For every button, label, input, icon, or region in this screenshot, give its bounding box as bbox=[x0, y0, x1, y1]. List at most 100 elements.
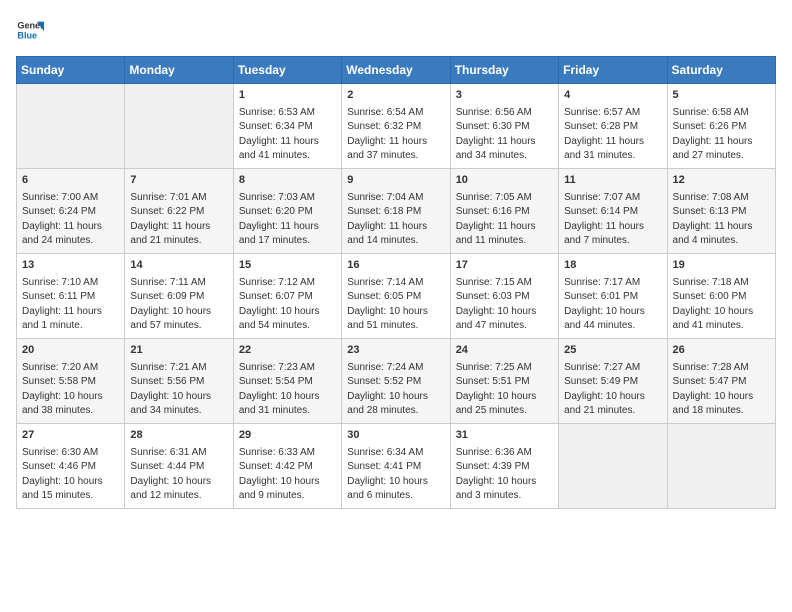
sunset-line: Sunset: 6:30 PM bbox=[456, 121, 530, 132]
day-number: 14 bbox=[130, 258, 227, 274]
day-number: 4 bbox=[564, 88, 661, 104]
calendar-cell: 6Sunrise: 7:00 AMSunset: 6:24 PMDaylight… bbox=[17, 168, 125, 253]
day-of-week-header: Wednesday bbox=[342, 57, 450, 84]
day-number: 7 bbox=[130, 173, 227, 189]
day-number: 20 bbox=[22, 343, 119, 359]
day-number: 24 bbox=[456, 343, 553, 359]
daylight-line: Daylight: 11 hours and 1 minute. bbox=[22, 306, 102, 332]
sunset-line: Sunset: 4:41 PM bbox=[347, 461, 421, 472]
sunrise-line: Sunrise: 7:25 AM bbox=[456, 362, 532, 373]
daylight-line: Daylight: 10 hours and 18 minutes. bbox=[673, 391, 754, 417]
sunset-line: Sunset: 6:16 PM bbox=[456, 206, 530, 217]
sunrise-line: Sunrise: 7:07 AM bbox=[564, 192, 640, 203]
sunset-line: Sunset: 6:28 PM bbox=[564, 121, 638, 132]
daylight-line: Daylight: 10 hours and 9 minutes. bbox=[239, 476, 320, 502]
daylight-line: Daylight: 10 hours and 28 minutes. bbox=[347, 391, 428, 417]
calendar-cell: 12Sunrise: 7:08 AMSunset: 6:13 PMDayligh… bbox=[667, 168, 775, 253]
calendar-cell: 9Sunrise: 7:04 AMSunset: 6:18 PMDaylight… bbox=[342, 168, 450, 253]
daylight-line: Daylight: 11 hours and 27 minutes. bbox=[673, 136, 753, 162]
daylight-line: Daylight: 10 hours and 38 minutes. bbox=[22, 391, 103, 417]
day-number: 30 bbox=[347, 428, 444, 444]
sunrise-line: Sunrise: 7:15 AM bbox=[456, 277, 532, 288]
calendar-cell bbox=[559, 423, 667, 508]
sunset-line: Sunset: 6:32 PM bbox=[347, 121, 421, 132]
calendar-week-row: 1 Sunrise: 6:53 AM Sunset: 6:34 PM Daylight… bbox=[17, 84, 776, 169]
day-number: 8 bbox=[239, 173, 336, 189]
day-number: 9 bbox=[347, 173, 444, 189]
sunrise-line: Sunrise: 7:21 AM bbox=[130, 362, 206, 373]
sunrise-line: Sunrise: 7:10 AM bbox=[22, 277, 98, 288]
day-of-week-header: Tuesday bbox=[233, 57, 341, 84]
day-number: 13 bbox=[22, 258, 119, 274]
daylight-line: Daylight: 10 hours and 21 minutes. bbox=[564, 391, 645, 417]
calendar-cell: 18Sunrise: 7:17 AMSunset: 6:01 PMDayligh… bbox=[559, 253, 667, 338]
sunrise-line: Sunrise: 7:27 AM bbox=[564, 362, 640, 373]
sunrise-line: Sunrise: 7:03 AM bbox=[239, 192, 315, 203]
day-number: 28 bbox=[130, 428, 227, 444]
daylight-line: Daylight: 11 hours and 24 minutes. bbox=[22, 221, 102, 247]
daylight-line: Daylight: 10 hours and 12 minutes. bbox=[130, 476, 211, 502]
sunrise-line: Sunrise: 7:23 AM bbox=[239, 362, 315, 373]
calendar-cell: 24Sunrise: 7:25 AMSunset: 5:51 PMDayligh… bbox=[450, 338, 558, 423]
calendar-week-row: 6Sunrise: 7:00 AMSunset: 6:24 PMDaylight… bbox=[17, 168, 776, 253]
calendar-cell: 20Sunrise: 7:20 AMSunset: 5:58 PMDayligh… bbox=[17, 338, 125, 423]
daylight-line: Daylight: 10 hours and 34 minutes. bbox=[130, 391, 211, 417]
sunset-line: Sunset: 6:09 PM bbox=[130, 291, 204, 302]
calendar-week-row: 27Sunrise: 6:30 AMSunset: 4:46 PMDayligh… bbox=[17, 423, 776, 508]
sunrise-line: Sunrise: 7:14 AM bbox=[347, 277, 423, 288]
sunrise-line: Sunrise: 6:34 AM bbox=[347, 447, 423, 458]
sunset-line: Sunset: 6:00 PM bbox=[673, 291, 747, 302]
sunrise-line: Sunrise: 7:28 AM bbox=[673, 362, 749, 373]
calendar-header-row: SundayMondayTuesdayWednesdayThursdayFrid… bbox=[17, 57, 776, 84]
sunrise-line: Sunrise: 6:53 AM bbox=[239, 107, 315, 118]
sunrise-line: Sunrise: 6:54 AM bbox=[347, 107, 423, 118]
day-number: 21 bbox=[130, 343, 227, 359]
sunset-line: Sunset: 6:14 PM bbox=[564, 206, 638, 217]
calendar-cell: 14Sunrise: 7:11 AMSunset: 6:09 PMDayligh… bbox=[125, 253, 233, 338]
sunset-line: Sunset: 6:34 PM bbox=[239, 121, 313, 132]
sunset-line: Sunset: 6:26 PM bbox=[673, 121, 747, 132]
daylight-line: Daylight: 10 hours and 25 minutes. bbox=[456, 391, 537, 417]
page-header: General Blue bbox=[16, 16, 776, 44]
calendar-cell: 7Sunrise: 7:01 AMSunset: 6:22 PMDaylight… bbox=[125, 168, 233, 253]
day-number: 22 bbox=[239, 343, 336, 359]
calendar-cell: 29Sunrise: 6:33 AMSunset: 4:42 PMDayligh… bbox=[233, 423, 341, 508]
calendar-cell: 5Sunrise: 6:58 AMSunset: 6:26 PMDaylight… bbox=[667, 84, 775, 169]
calendar-cell bbox=[17, 84, 125, 169]
calendar-cell: 16Sunrise: 7:14 AMSunset: 6:05 PMDayligh… bbox=[342, 253, 450, 338]
daylight-line: Daylight: 11 hours and 34 minutes. bbox=[456, 136, 536, 162]
day-number: 18 bbox=[564, 258, 661, 274]
calendar-cell bbox=[125, 84, 233, 169]
sunset-line: Sunset: 6:11 PM bbox=[22, 291, 95, 302]
sunrise-line: Sunrise: 7:20 AM bbox=[22, 362, 98, 373]
sunrise-line: Sunrise: 6:56 AM bbox=[456, 107, 532, 118]
sunrise-line: Sunrise: 7:18 AM bbox=[673, 277, 749, 288]
day-of-week-header: Sunday bbox=[17, 57, 125, 84]
sunset-line: Sunset: 6:01 PM bbox=[564, 291, 638, 302]
day-number: 16 bbox=[347, 258, 444, 274]
day-of-week-header: Saturday bbox=[667, 57, 775, 84]
day-number: 29 bbox=[239, 428, 336, 444]
sunset-line: Sunset: 4:44 PM bbox=[130, 461, 204, 472]
day-number: 11 bbox=[564, 173, 661, 189]
sunrise-line: Sunrise: 6:57 AM bbox=[564, 107, 640, 118]
day-number: 31 bbox=[456, 428, 553, 444]
day-of-week-header: Thursday bbox=[450, 57, 558, 84]
calendar-cell: 23Sunrise: 7:24 AMSunset: 5:52 PMDayligh… bbox=[342, 338, 450, 423]
sunset-line: Sunset: 6:18 PM bbox=[347, 206, 421, 217]
calendar-cell: 8Sunrise: 7:03 AMSunset: 6:20 PMDaylight… bbox=[233, 168, 341, 253]
sunrise-line: Sunrise: 7:01 AM bbox=[130, 192, 206, 203]
sunrise-line: Sunrise: 6:36 AM bbox=[456, 447, 532, 458]
sunset-line: Sunset: 5:56 PM bbox=[130, 376, 204, 387]
calendar-cell: 26Sunrise: 7:28 AMSunset: 5:47 PMDayligh… bbox=[667, 338, 775, 423]
daylight-line: Daylight: 10 hours and 41 minutes. bbox=[673, 306, 754, 332]
calendar-cell: 30Sunrise: 6:34 AMSunset: 4:41 PMDayligh… bbox=[342, 423, 450, 508]
calendar-cell: 15Sunrise: 7:12 AMSunset: 6:07 PMDayligh… bbox=[233, 253, 341, 338]
calendar-week-row: 13 Sunrise: 7:10 AM Sunset: 6:11 PM Dayligh… bbox=[17, 253, 776, 338]
sunset-line: Sunset: 4:42 PM bbox=[239, 461, 313, 472]
daylight-line: Daylight: 10 hours and 54 minutes. bbox=[239, 306, 320, 332]
sunset-line: Sunset: 6:07 PM bbox=[239, 291, 313, 302]
calendar-cell: 17Sunrise: 7:15 AMSunset: 6:03 PMDayligh… bbox=[450, 253, 558, 338]
sunrise-line: Sunrise: 7:12 AM bbox=[239, 277, 315, 288]
day-number: 1 bbox=[239, 88, 336, 104]
